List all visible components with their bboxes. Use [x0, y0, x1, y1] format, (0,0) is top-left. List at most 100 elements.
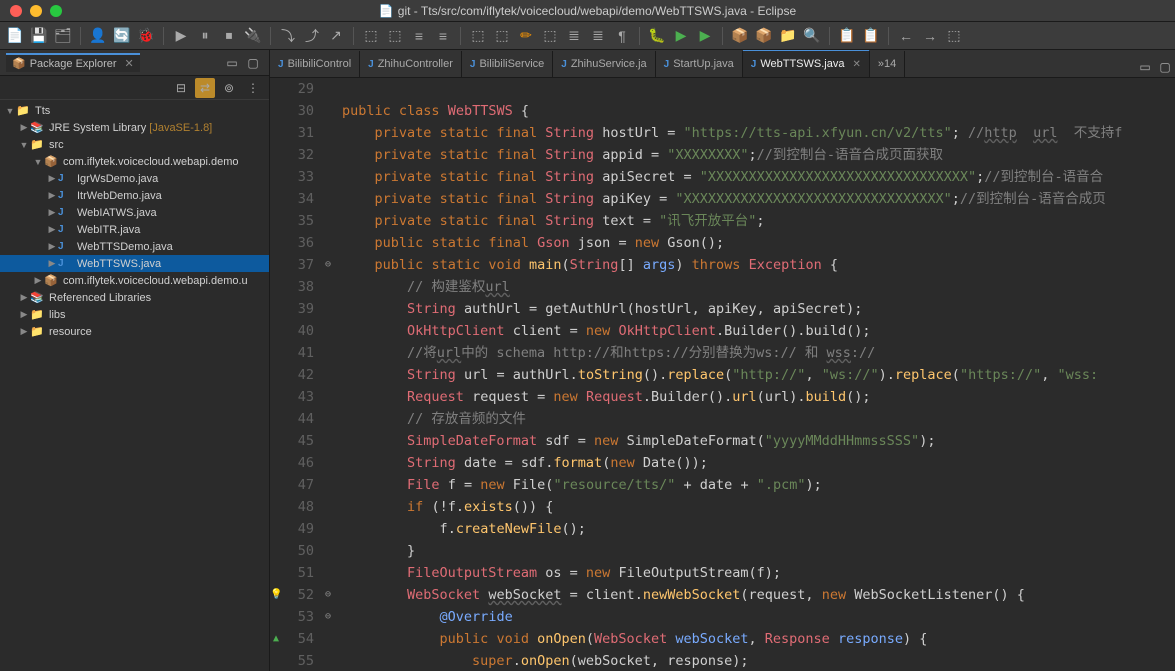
menu-icon[interactable]: ⋮ [243, 78, 263, 98]
toolbar-icon[interactable]: ≡ [408, 25, 430, 47]
stop-icon[interactable]: ⏹ [218, 25, 240, 47]
toolbar-icon[interactable]: 📋 [860, 25, 882, 47]
tab-label: ZhihuController [378, 58, 453, 70]
package-explorer-tab[interactable]: 📦 Package Explorer ✕ [6, 53, 140, 72]
expand-icon[interactable]: ▶ [18, 122, 30, 133]
minimize-window-button[interactable] [30, 5, 42, 17]
expand-icon[interactable]: ▶ [46, 224, 58, 235]
tree-package[interactable]: ▼ 📦 com.iflytek.voicecloud.webapi.demo [0, 153, 269, 170]
code-content[interactable]: public class WebTTSWS { private static f… [336, 78, 1175, 671]
editor-tab[interactable]: JZhihuService.ja [553, 51, 655, 77]
tree-file[interactable]: ▶JWebITR.java [0, 221, 269, 238]
pilcrow-icon[interactable]: ¶ [611, 25, 633, 47]
step-return-icon[interactable]: ↗ [325, 25, 347, 47]
editor-body[interactable]: 💡▲ 2930313233343536373839404142434445464… [270, 78, 1175, 671]
tree-file[interactable]: ▶JWebTTSWS.java [0, 255, 269, 272]
tab-overflow[interactable]: »14 [870, 51, 905, 77]
toolbar-icon[interactable]: ⬚ [384, 25, 406, 47]
tree-label: ItrWebDemo.java [77, 190, 162, 202]
project-tree[interactable]: ▼ 📁 Tts ▶ 📚 JRE System Library [JavaSE-1… [0, 100, 269, 671]
collapse-all-icon[interactable]: ⊟ [171, 78, 191, 98]
editor-tab[interactable]: JZhihuController [360, 51, 462, 77]
expand-icon[interactable]: ▼ [4, 106, 16, 116]
expand-icon[interactable]: ▶ [46, 190, 58, 201]
pause-icon[interactable]: ⏸ [194, 25, 216, 47]
toolbar-icon[interactable]: ≣ [587, 25, 609, 47]
toolbar-icon[interactable]: ✏ [515, 25, 537, 47]
disconnect-icon[interactable]: 🔌 [242, 25, 264, 47]
editor-tab[interactable]: JWebTTSWS.java✕ [743, 50, 870, 77]
bug-icon[interactable]: 🐛 [646, 25, 668, 47]
step-over-icon[interactable]: ⤴ [301, 25, 323, 47]
tree-folder[interactable]: ▶ 📁 resource [0, 323, 269, 340]
tree-package[interactable]: ▶ 📦 com.iflytek.voicecloud.webapi.demo.u [0, 272, 269, 289]
expand-icon[interactable]: ▶ [46, 173, 58, 184]
tree-label: WebIATWS.java [77, 207, 157, 219]
toolbar-icon[interactable]: ⬚ [491, 25, 513, 47]
minimize-icon[interactable]: ▭ [1135, 57, 1155, 77]
run-icon[interactable]: ▶ [670, 25, 692, 47]
filter-icon[interactable]: ⊚ [219, 78, 239, 98]
library-icon: 📚 [30, 121, 46, 135]
toolbar-icon[interactable]: ⬚ [943, 25, 965, 47]
editor-tab[interactable]: JStartUp.java [656, 51, 743, 77]
forward-icon[interactable]: → [919, 25, 941, 47]
new-button[interactable]: 📄 [4, 25, 26, 47]
tree-file[interactable]: ▶JItrWebDemo.java [0, 187, 269, 204]
expand-icon[interactable]: ▶ [46, 241, 58, 252]
tree-src[interactable]: ▼ 📁 src [0, 136, 269, 153]
tree-jre[interactable]: ▶ 📚 JRE System Library [JavaSE-1.8] [0, 119, 269, 136]
link-editor-icon[interactable]: ⇄ [195, 78, 215, 98]
expand-icon[interactable]: ▶ [32, 275, 44, 286]
resume-icon[interactable]: ▶ [170, 25, 192, 47]
toolbar-icon[interactable]: ≡ [432, 25, 454, 47]
expand-icon[interactable]: ▶ [46, 207, 58, 218]
run-ext-icon[interactable]: ▶ [694, 25, 716, 47]
close-icon[interactable]: ✕ [125, 57, 134, 70]
tree-project[interactable]: ▼ 📁 Tts [0, 102, 269, 119]
editor-tab[interactable]: JBilibiliControl [270, 51, 360, 77]
expand-icon[interactable]: ▼ [32, 157, 44, 167]
close-tab-icon[interactable]: ✕ [852, 59, 860, 70]
expand-icon[interactable]: ▶ [18, 326, 30, 337]
package-icon[interactable]: 📦 [753, 25, 775, 47]
debug-icon[interactable]: 🐞 [135, 25, 157, 47]
expand-icon[interactable]: ▼ [18, 140, 30, 150]
tree-reflib[interactable]: ▶ 📚 Referenced Libraries [0, 289, 269, 306]
toolbar-icon[interactable]: ⬚ [539, 25, 561, 47]
java-file-icon: J [278, 59, 284, 70]
save-all-button[interactable]: 🗂 [52, 25, 74, 47]
save-button[interactable]: 💾 [28, 25, 50, 47]
fold-column[interactable]: ⊖⊖⊖ [322, 78, 336, 671]
main-toolbar: 📄 💾 🗂 👤 🔄 🐞 ▶ ⏸ ⏹ 🔌 ⤵ ⤴ ↗ ⬚ ⬚ ≡ ≡ ⬚ ⬚ ✏ … [0, 22, 1175, 50]
expand-icon[interactable]: ▶ [18, 292, 30, 303]
java-file-icon: J [664, 59, 670, 70]
tree-file[interactable]: ▶JWebIATWS.java [0, 204, 269, 221]
maximize-icon[interactable]: ▢ [1155, 57, 1175, 77]
close-window-button[interactable] [10, 5, 22, 17]
tree-file[interactable]: ▶JIgrWsDemo.java [0, 170, 269, 187]
user-icon[interactable]: 👤 [87, 25, 109, 47]
expand-icon[interactable]: ▶ [46, 258, 58, 269]
java-file-icon: J [58, 206, 74, 220]
maximize-panel-icon[interactable]: ▢ [243, 53, 263, 73]
tree-folder[interactable]: ▶ 📁 libs [0, 306, 269, 323]
search-icon[interactable]: 🔍 [801, 25, 823, 47]
tab-label: ZhihuService.ja [571, 58, 647, 70]
toolbar-icon[interactable]: ⬚ [467, 25, 489, 47]
folder-icon[interactable]: 📁 [777, 25, 799, 47]
step-into-icon[interactable]: ⤵ [277, 25, 299, 47]
toolbar-icon[interactable]: ≣ [563, 25, 585, 47]
toolbar-icon[interactable]: ⬚ [360, 25, 382, 47]
minimize-panel-icon[interactable]: ▭ [222, 53, 242, 73]
toolbar-icon[interactable]: 📋 [836, 25, 858, 47]
window-title-text: git - Tts/src/com/iflytek/voicecloud/web… [398, 4, 796, 18]
tree-file[interactable]: ▶JWebTTSDemo.java [0, 238, 269, 255]
maximize-window-button[interactable] [50, 5, 62, 17]
editor-tab[interactable]: JBilibiliService [462, 51, 553, 77]
back-icon[interactable]: ← [895, 25, 917, 47]
package-icon[interactable]: 📦 [729, 25, 751, 47]
refresh-icon[interactable]: 🔄 [111, 25, 133, 47]
expand-icon[interactable]: ▶ [18, 309, 30, 320]
line-number-gutter[interactable]: 2930313233343536373839404142434445464748… [284, 78, 322, 671]
